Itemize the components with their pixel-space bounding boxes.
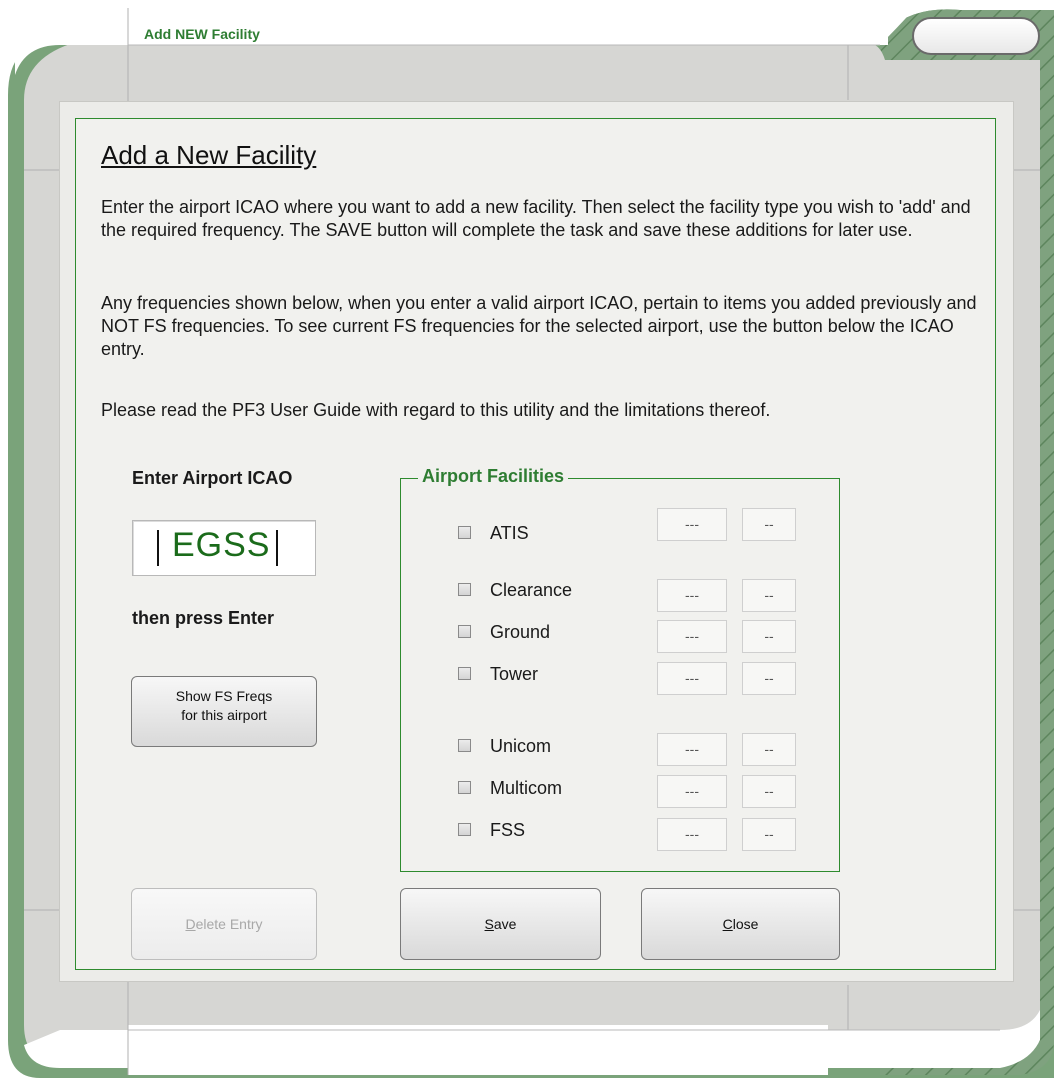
atis-mhz-field[interactable]: ---: [657, 508, 727, 541]
delete-label: elete Entry: [195, 916, 263, 932]
save-label: ave: [493, 916, 517, 932]
unicom-checkbox[interactable]: [458, 739, 471, 752]
show-fs-freqs-button[interactable]: Show FS Freqs for this airport: [131, 676, 317, 747]
ground-label: Ground: [490, 622, 551, 642]
text-cursor-end: [276, 530, 278, 566]
fss-khz-field[interactable]: --: [742, 818, 796, 851]
fss-label: FSS: [490, 820, 526, 840]
multicom-khz-field[interactable]: --: [742, 775, 796, 808]
close-mnemonic: C: [722, 916, 733, 932]
multicom-label: Multicom: [490, 778, 563, 798]
clearance-label: Clearance: [490, 580, 573, 600]
window-title: Add NEW Facility: [144, 26, 260, 42]
save-mnemonic: S: [484, 916, 494, 932]
tower-label: Tower: [490, 664, 539, 684]
show-fs-freqs-line2: for this airport: [181, 707, 267, 723]
clearance-khz-field[interactable]: --: [742, 579, 796, 612]
multicom-checkbox[interactable]: [458, 781, 471, 794]
multicom-mhz-field[interactable]: ---: [657, 775, 727, 808]
fss-mhz-field[interactable]: ---: [657, 818, 727, 851]
fss-checkbox[interactable]: [458, 823, 471, 836]
atis-label: ATIS: [490, 523, 529, 543]
unicom-mhz-field[interactable]: ---: [657, 733, 727, 766]
guide-paragraph: Please read the PF3 User Guide with rega…: [101, 400, 771, 420]
show-fs-freqs-line1: Show FS Freqs: [175, 688, 273, 704]
ground-khz-field[interactable]: --: [742, 620, 796, 653]
unicom-khz-field[interactable]: --: [742, 733, 796, 766]
tower-mhz-field[interactable]: ---: [657, 662, 727, 695]
delete-entry-button[interactable]: Delete Entry: [131, 888, 317, 960]
note-paragraph: Any frequencies shown below, when you en…: [101, 293, 977, 359]
tower-checkbox[interactable]: [458, 667, 471, 680]
window-pill-button[interactable]: [912, 17, 1040, 55]
clearance-mhz-field[interactable]: ---: [657, 579, 727, 612]
icao-hint: then press Enter: [132, 608, 275, 628]
icao-input-value: EGSS: [172, 526, 271, 564]
page-title: Add a New Facility: [101, 140, 317, 170]
delete-mnemonic: D: [185, 916, 196, 932]
intro-paragraph: Enter the airport ICAO where you want to…: [101, 197, 971, 240]
close-label: lose: [732, 916, 759, 932]
ground-checkbox[interactable]: [458, 625, 471, 638]
ground-mhz-field[interactable]: ---: [657, 620, 727, 653]
unicom-label: Unicom: [490, 736, 552, 756]
close-button[interactable]: Close: [641, 888, 840, 960]
text-cursor: [157, 530, 159, 566]
tower-khz-field[interactable]: --: [742, 662, 796, 695]
atis-khz-field[interactable]: --: [742, 508, 796, 541]
facilities-group-title: Airport Facilities: [418, 466, 569, 487]
icao-label: Enter Airport ICAO: [132, 468, 293, 488]
clearance-checkbox[interactable]: [458, 583, 471, 596]
save-button[interactable]: Save: [400, 888, 601, 960]
atis-checkbox[interactable]: [458, 526, 471, 539]
